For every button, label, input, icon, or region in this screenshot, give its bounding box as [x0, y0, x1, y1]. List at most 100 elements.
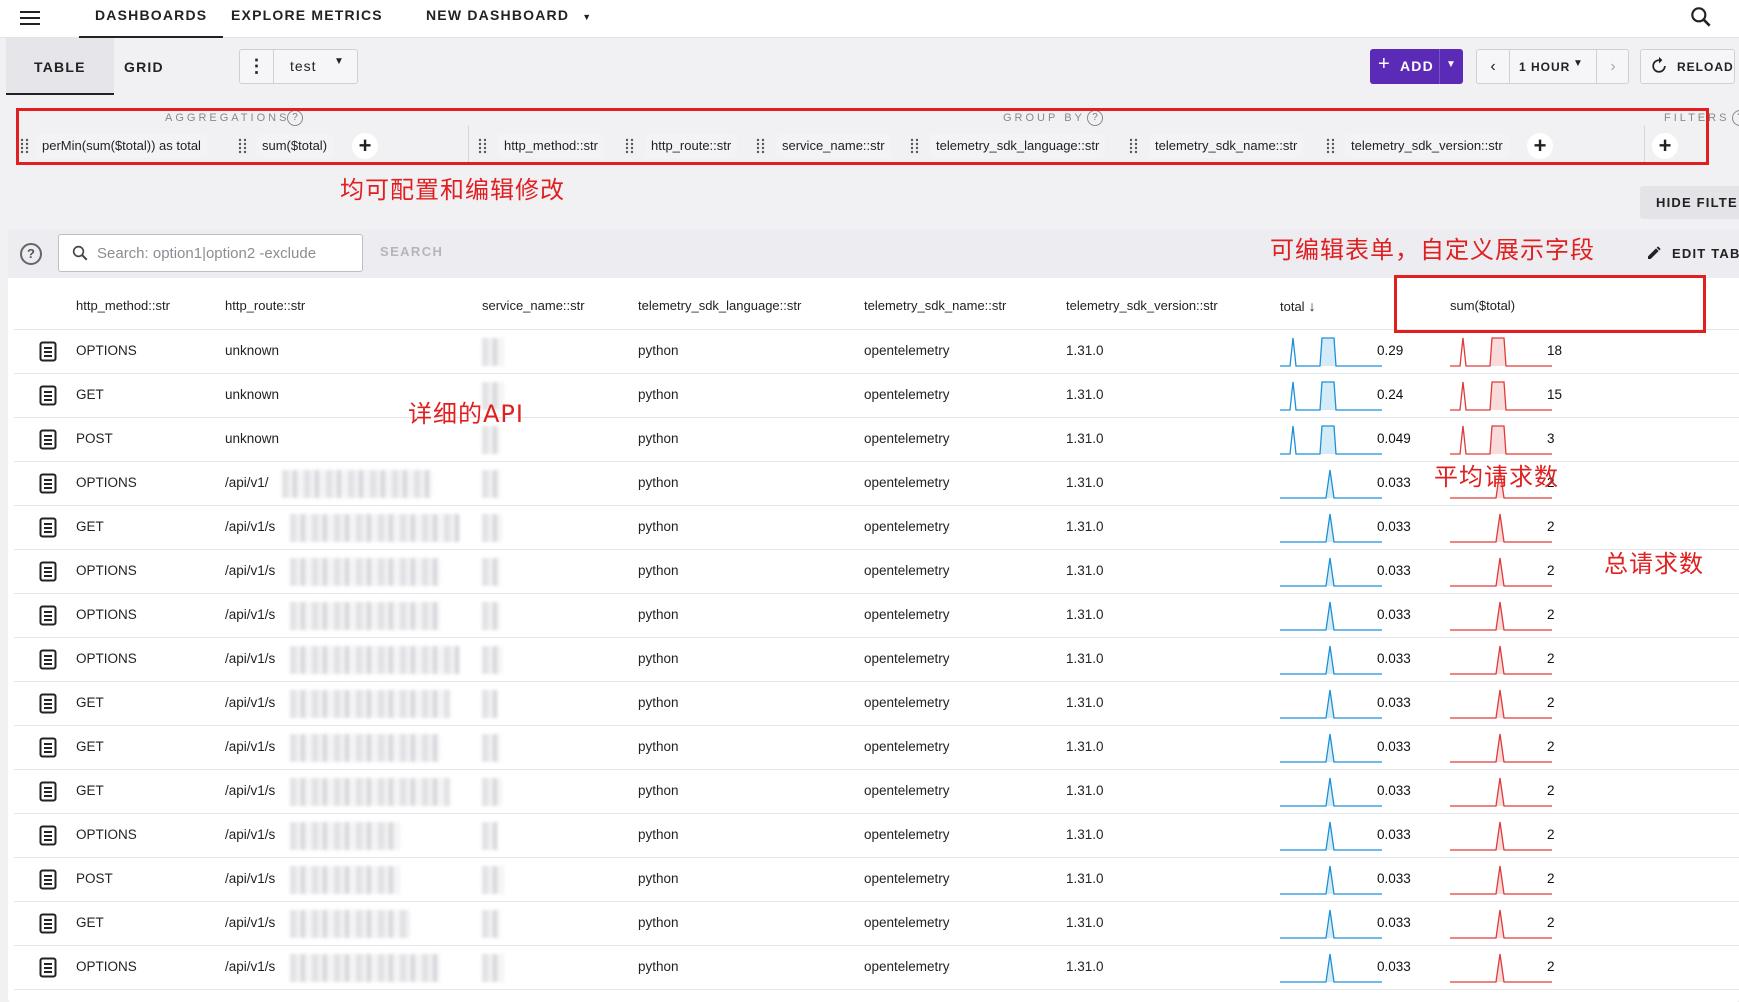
table-row[interactable]: OPTIONS/api/v1/s python opentelemetry 1.31.… — [14, 814, 1739, 858]
redacted-route — [290, 690, 450, 718]
search-input[interactable] — [97, 242, 357, 264]
table-row[interactable]: GET unknown python opentelemetry 1.31.0 0.24 1… — [14, 374, 1739, 418]
row-details-icon[interactable] — [39, 957, 57, 978]
cell-total: 0.033 — [1377, 651, 1411, 666]
search-button[interactable]: SEARCH — [380, 244, 443, 259]
add-label: ADD — [1400, 58, 1434, 74]
table-row[interactable]: OPTIONS/api/v1/s python opentelemetry 1.31.… — [14, 594, 1739, 638]
redacted-service-name — [482, 514, 502, 542]
cell-language: python — [638, 827, 679, 842]
table-row[interactable]: POST unknown python opentelemetry 1.31.0 0.04… — [14, 418, 1739, 462]
row-details-icon[interactable] — [39, 561, 57, 582]
column-header-service[interactable]: service_name::str — [482, 298, 585, 313]
table-row[interactable]: GET/api/v1/s python opentelemetry 1.31.0 0.0… — [14, 770, 1739, 814]
row-details-icon[interactable] — [39, 649, 57, 670]
chevron-right-icon[interactable]: › — [1596, 50, 1629, 83]
cell-sdk-version: 1.31.0 — [1066, 563, 1104, 578]
redacted-service-name — [482, 866, 504, 894]
cell-method: OPTIONS — [76, 827, 137, 842]
row-details-icon[interactable] — [39, 605, 57, 626]
annotation-config-note: 均可配置和编辑修改 — [340, 176, 565, 204]
tab-grid[interactable]: GRID — [96, 38, 192, 95]
table-row[interactable]: OPTIONS/api/v1/s python opentelemetry 1.31.… — [14, 638, 1739, 682]
cell-method: POST — [76, 431, 113, 446]
sparkline-total — [1280, 425, 1382, 455]
row-details-icon[interactable] — [39, 385, 57, 406]
table-row[interactable]: GET/api/v1/s python opentelemetry 1.31.0 0.0… — [14, 726, 1739, 770]
new-dashboard-label: NEW DASHBOARD — [426, 7, 570, 23]
cell-total: 0.049 — [1377, 431, 1411, 446]
hamburger-menu-icon[interactable] — [18, 6, 42, 30]
sparkline-total — [1280, 953, 1382, 983]
chevron-down-icon[interactable]: ▼ — [1446, 59, 1456, 70]
annotation-api-note: 详细的API — [408, 400, 524, 428]
sparkline-total — [1280, 689, 1382, 719]
column-header-route[interactable]: http_route::str — [225, 298, 305, 313]
chevron-down-icon: ▼ — [582, 12, 593, 22]
column-header-sdk-version[interactable]: telemetry_sdk_version::str — [1066, 298, 1218, 313]
redacted-route — [290, 514, 460, 542]
sparkline-total — [1280, 337, 1382, 367]
column-header-language[interactable]: telemetry_sdk_language::str — [638, 298, 801, 313]
column-header-total[interactable]: total ↓ — [1280, 298, 1316, 314]
redacted-route — [290, 646, 460, 674]
cell-language: python — [638, 959, 679, 974]
cell-sum: 2 — [1547, 607, 1555, 622]
cell-total: 0.033 — [1377, 475, 1411, 490]
dashboard-selector[interactable]: ⋮ test ▼ — [239, 49, 358, 84]
redacted-service-name — [482, 954, 504, 982]
add-button[interactable]: + ADD ▼ — [1370, 49, 1463, 84]
row-details-icon[interactable] — [39, 693, 57, 714]
tab-explore-metrics[interactable]: EXPLORE METRICS — [215, 0, 399, 38]
cell-language: python — [638, 695, 679, 710]
cell-method: GET — [76, 739, 104, 754]
table-row[interactable]: GET/api/v1/s python opentelemetry 1.31.0 0.0… — [14, 506, 1739, 550]
row-details-icon[interactable] — [39, 517, 57, 538]
refresh-icon — [1652, 56, 1666, 73]
column-header-method[interactable]: http_method::str — [76, 298, 170, 313]
redacted-route — [290, 778, 450, 806]
tab-new-dashboard[interactable]: NEW DASHBOARD ▼ — [410, 0, 608, 38]
column-header-sdk-name[interactable]: telemetry_sdk_name::str — [864, 298, 1006, 313]
sparkline-sum — [1450, 953, 1552, 983]
table-row[interactable]: OPTIONS unknown python opentelemetry 1.31.0 0… — [14, 330, 1739, 374]
row-details-icon[interactable] — [39, 473, 57, 494]
table-row[interactable]: POST/api/v1/s python opentelemetry 1.31.0 0.… — [14, 858, 1739, 902]
sparkline-total — [1280, 777, 1382, 807]
row-details-icon[interactable] — [39, 825, 57, 846]
cell-language: python — [638, 387, 679, 402]
row-details-icon[interactable] — [39, 737, 57, 758]
row-details-icon[interactable] — [39, 781, 57, 802]
row-details-icon[interactable] — [39, 869, 57, 890]
table-row[interactable]: GET/api/v1/s python opentelemetry 1.31.0 0.0… — [14, 902, 1739, 946]
help-icon[interactable]: ? — [20, 243, 42, 265]
table-row[interactable]: OPTIONS/api/v1/s python opentelemetry 1.31.… — [14, 550, 1739, 594]
table-row[interactable]: OPTIONS/api/v1/s python opentelemetry 1.31.… — [14, 946, 1739, 990]
cell-sdk-version: 1.31.0 — [1066, 431, 1104, 446]
cell-method: OPTIONS — [76, 475, 137, 490]
redacted-route — [290, 954, 440, 982]
cell-sdk-version: 1.31.0 — [1066, 915, 1104, 930]
row-details-icon[interactable] — [39, 913, 57, 934]
cell-sdk-name: opentelemetry — [864, 651, 950, 666]
time-range-select[interactable]: 1 HOUR — [1519, 60, 1570, 74]
redacted-route — [290, 558, 440, 586]
search-icon[interactable] — [1688, 4, 1714, 30]
row-details-icon[interactable] — [39, 341, 57, 362]
table-search-field[interactable] — [58, 234, 363, 272]
help-icon[interactable]: ? — [1732, 110, 1739, 126]
kebab-menu-icon[interactable]: ⋮ — [240, 50, 274, 83]
cell-method: GET — [76, 387, 104, 402]
tab-dashboards[interactable]: DASHBOARDS — [79, 0, 224, 38]
redacted-route — [290, 866, 400, 894]
cell-sum: 2 — [1547, 827, 1555, 842]
annotation-box-columns — [1394, 275, 1706, 333]
row-details-icon[interactable] — [39, 429, 57, 450]
hide-filters-button[interactable]: HIDE FILTE — [1640, 186, 1739, 219]
table-row[interactable]: GET/api/v1/s python opentelemetry 1.31.0 0.0… — [14, 682, 1739, 726]
reload-button[interactable]: RELOAD — [1640, 49, 1735, 84]
chevron-left-icon[interactable]: ‹ — [1477, 50, 1510, 83]
cell-sum: 2 — [1547, 563, 1555, 578]
cell-sdk-name: opentelemetry — [864, 387, 950, 402]
sparkline-sum — [1450, 513, 1552, 543]
